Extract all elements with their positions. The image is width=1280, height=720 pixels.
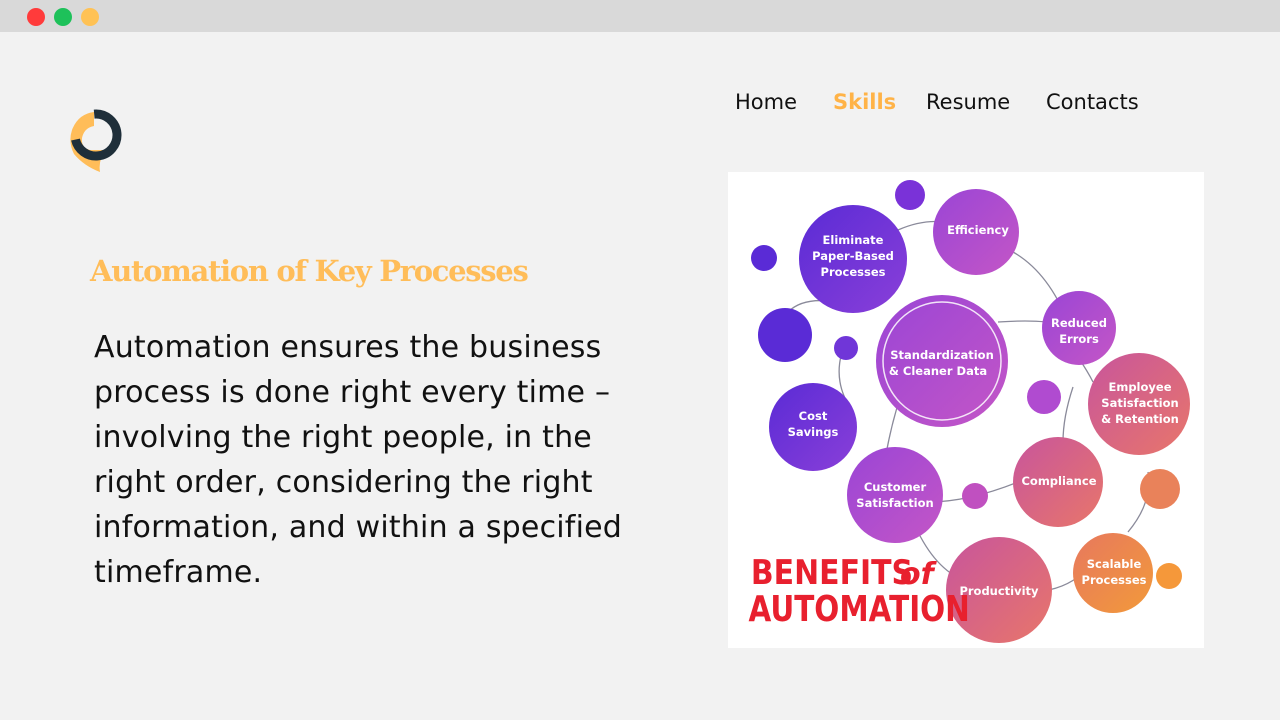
decor-bubble <box>962 483 988 509</box>
bubble-label-line: Processes <box>821 265 886 279</box>
bubble-label-line: Satisfaction <box>1101 396 1178 410</box>
body-line: information, and within a specified <box>94 510 623 545</box>
bubble-label-line: Savings <box>788 425 839 439</box>
section-body: Automation ensures the business process … <box>94 325 684 595</box>
bubble-customer-satisfaction: Customer Satisfaction <box>847 447 943 543</box>
decor-bubble <box>751 245 777 271</box>
section-heading: Automation of Key Processes <box>90 254 529 288</box>
benefits-of-automation-diagram: Eliminate Paper-Based Processes Efficien… <box>728 172 1204 648</box>
bubble-label-line: & Retention <box>1101 412 1179 426</box>
decor-bubble <box>895 180 925 210</box>
bubble-label-line: Errors <box>1059 332 1099 346</box>
bubble-label-line: Processes <box>1082 573 1147 587</box>
bubble-label-line: Cost <box>799 409 828 423</box>
chat-bubble-logo-icon[interactable] <box>64 102 124 174</box>
bubble-label-line: Customer <box>864 480 927 494</box>
body-line: Automation ensures the business <box>94 330 602 365</box>
bubble-label-line: Standardization <box>890 348 994 362</box>
bubble-reduced-errors: Reduced Errors <box>1042 291 1116 365</box>
decor-bubble <box>1027 380 1061 414</box>
decor-bubble <box>834 336 858 360</box>
bubble-employee-satisfaction: Employee Satisfaction & Retention <box>1088 353 1190 455</box>
bubble-eliminate-paper: Eliminate Paper-Based Processes <box>799 205 907 313</box>
bubble-label-line: & Cleaner Data <box>889 364 987 378</box>
bubble-cost-savings: Cost Savings <box>769 383 857 471</box>
bubble-label-line: Scalable <box>1087 557 1142 571</box>
bubble-label-line: Efficiency <box>947 223 1009 237</box>
nav-resume-link[interactable]: Resume <box>926 90 1010 114</box>
bubble-label-line: Paper-Based <box>812 249 894 263</box>
decor-bubble <box>1156 563 1182 589</box>
nav-contacts-link[interactable]: Contacts <box>1046 90 1139 114</box>
bubble-label-line: Eliminate <box>823 233 884 247</box>
minimize-window-button[interactable] <box>81 8 99 26</box>
bubble-label-line: Compliance <box>1021 474 1096 488</box>
bubble-scalable-processes: Scalable Processes <box>1073 533 1153 613</box>
automation-title-line: AUTOMATION <box>748 587 969 630</box>
bubble-label-line: Satisfaction <box>856 496 933 510</box>
nav-skills-link[interactable]: Skills <box>833 90 896 114</box>
bubble-compliance: Compliance <box>1013 437 1103 527</box>
window-titlebar <box>0 0 1280 32</box>
benefits-title: BENEFITS of AUTOMATION <box>748 552 969 630</box>
maximize-window-button[interactable] <box>54 8 72 26</box>
decor-bubble <box>758 308 812 362</box>
close-window-button[interactable] <box>27 8 45 26</box>
bubble-efficiency: Efficiency <box>933 189 1019 275</box>
bubble-label-line: Reduced <box>1051 316 1107 330</box>
nav-home-link[interactable]: Home <box>735 90 797 114</box>
body-line: right order, considering the right <box>94 465 593 500</box>
bubble-label-line: Productivity <box>959 584 1039 598</box>
body-line: timeframe. <box>94 555 263 590</box>
decor-bubble <box>1140 469 1180 509</box>
body-line: involving the right people, in the <box>94 420 592 455</box>
body-line: process is done right every time – <box>94 375 611 410</box>
bubble-label-line: Employee <box>1108 380 1171 394</box>
bubble-standardization: Standardization & Cleaner Data <box>876 295 1008 427</box>
